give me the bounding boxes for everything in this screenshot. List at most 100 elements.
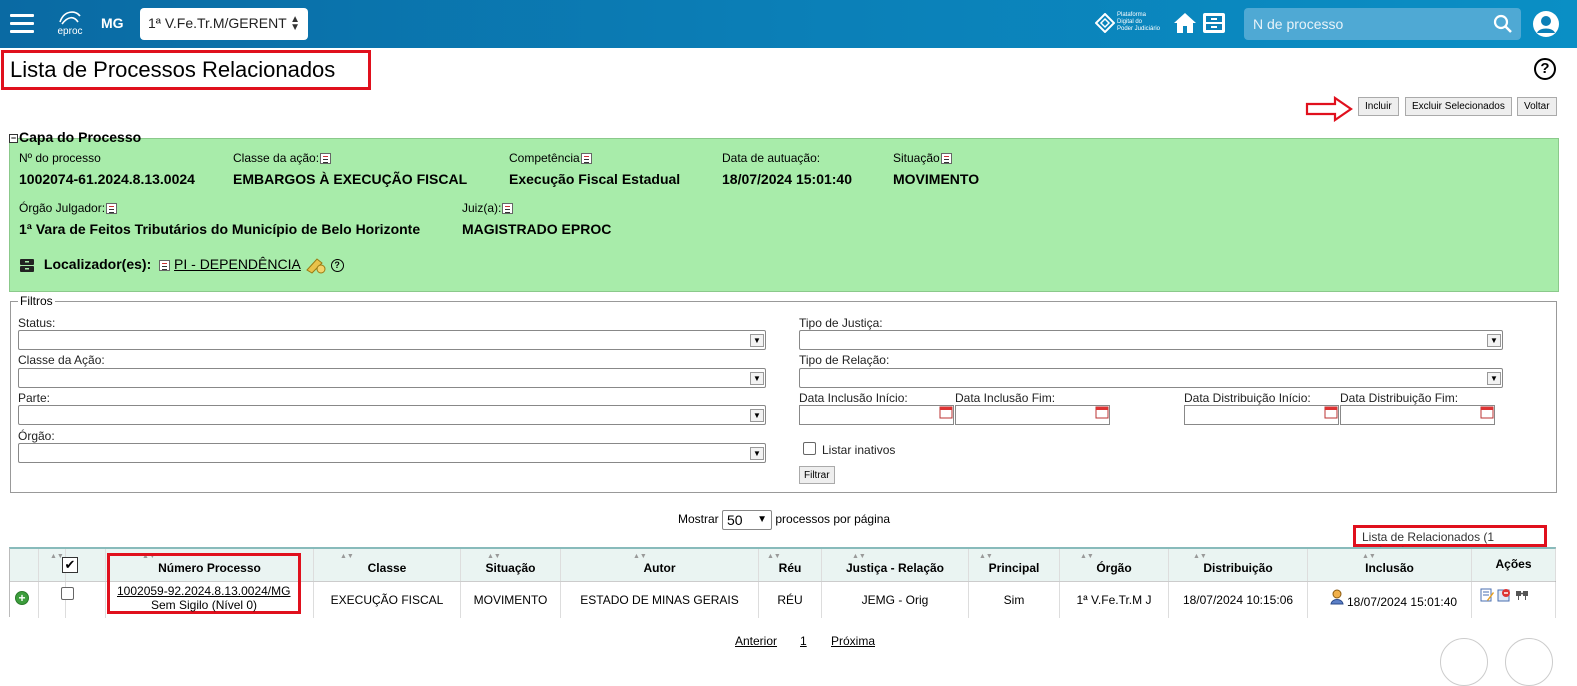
- collapse-icon[interactable]: −: [9, 133, 18, 143]
- header-justica[interactable]: ▲▼ Justiça - Relação: [822, 549, 969, 581]
- classe-value: EMBARGOS À EXECUÇÃO FISCAL: [233, 171, 468, 187]
- chevron-down-icon: ▼: [1487, 372, 1501, 385]
- excluir-selecionados-button[interactable]: Excluir Selecionados: [1405, 97, 1512, 116]
- header-situacao-text: Situação: [485, 561, 536, 575]
- search-icon[interactable]: [1493, 14, 1513, 34]
- calendar-icon[interactable]: [939, 405, 953, 419]
- calendar-icon[interactable]: [1480, 405, 1494, 419]
- floating-button[interactable]: [1505, 638, 1553, 686]
- capa-legend[interactable]: − Capa do Processo: [9, 129, 141, 145]
- details-icon[interactable]: [580, 153, 592, 165]
- per-page-control: Mostrar 50 ▼ processos por página: [678, 510, 890, 530]
- floating-button[interactable]: [1440, 638, 1488, 686]
- row-checkbox[interactable]: [61, 587, 74, 600]
- data-distribuicao-fim-input[interactable]: [1340, 405, 1495, 425]
- user-icon[interactable]: [1532, 10, 1560, 38]
- header-inclusao[interactable]: ▲▼ Inclusão: [1308, 549, 1472, 581]
- header-orgao[interactable]: ▲▼ Órgão: [1060, 549, 1169, 581]
- juiz-label-text: Juiz(a):: [462, 201, 502, 215]
- chevron-down-icon: ▼: [750, 334, 764, 347]
- tipo-relacao-select[interactable]: ▼: [799, 368, 1503, 388]
- inclusao-value: 18/07/2024 15:01:40: [1347, 595, 1458, 609]
- edit-locator-icon[interactable]: [305, 256, 327, 274]
- orgao-julgador-value: 1ª Vara de Feitos Tributários do Municíp…: [19, 221, 421, 237]
- pdpj-text-2: Digital do: [1117, 19, 1143, 25]
- localizador-link[interactable]: PI - DEPENDÊNCIA: [174, 256, 301, 272]
- calendar-icon[interactable]: [1095, 405, 1109, 419]
- situacao-value: MOVIMENTO: [893, 171, 980, 187]
- help-icon[interactable]: ?: [330, 258, 344, 272]
- details-icon[interactable]: [940, 153, 952, 165]
- orgao-select[interactable]: ▼: [18, 443, 766, 463]
- menu-icon[interactable]: [10, 14, 34, 34]
- data-inclusao-inicio-input[interactable]: [799, 405, 954, 425]
- per-page-select[interactable]: 50 ▼: [722, 510, 773, 530]
- classe-acao-select[interactable]: ▼: [18, 368, 766, 388]
- relation-link-icon[interactable]: [1515, 588, 1529, 602]
- data-distribuicao-inicio-input[interactable]: [1184, 405, 1339, 425]
- tipo-justica-label: Tipo de Justiça:: [799, 316, 883, 330]
- listar-inativos-checkbox[interactable]: [803, 442, 816, 455]
- cell-autor: ESTADO DE MINAS GERAIS: [561, 582, 759, 618]
- header-reu[interactable]: ▲▼ Réu: [759, 549, 822, 581]
- sigilo-label: Sem Sigilo (Nível 0): [151, 598, 258, 612]
- orgao-label: Órgão:: [18, 429, 55, 443]
- status-select[interactable]: ▼: [18, 330, 766, 350]
- juiz-value: MAGISTRADO EPROC: [462, 221, 612, 237]
- process-search: [1244, 8, 1521, 40]
- voltar-button[interactable]: Voltar: [1517, 97, 1557, 116]
- data-autuacao-label: Data de autuação:: [722, 151, 821, 165]
- header-autor-text: Autor: [643, 561, 676, 575]
- col-expand: [10, 549, 39, 581]
- select-arrows-icon: ▲ ▼: [290, 14, 300, 33]
- chevron-down-icon: ▼: [750, 447, 764, 460]
- parte-select[interactable]: ▼: [18, 405, 766, 425]
- header-justica-text: Justiça - Relação: [845, 561, 945, 575]
- details-icon[interactable]: [320, 153, 332, 165]
- cell-principal: Sim: [969, 582, 1060, 618]
- processo-link[interactable]: 1002059-92.2024.8.13.0024/MG: [117, 584, 290, 598]
- calendar-icon[interactable]: [1324, 405, 1338, 419]
- eproc-logo[interactable]: eproc: [52, 8, 88, 40]
- mostrar-label: Mostrar: [678, 512, 719, 527]
- pager-proxima[interactable]: Próxima: [831, 634, 875, 648]
- details-icon[interactable]: [159, 259, 171, 271]
- details-icon[interactable]: [106, 203, 118, 215]
- edit-icon[interactable]: [1480, 588, 1494, 602]
- header-classe[interactable]: ▲▼ Classe: [314, 549, 461, 581]
- remove-relation-icon[interactable]: [1497, 588, 1511, 602]
- chevron-down-icon: ▼: [750, 409, 764, 422]
- parte-label: Parte:: [18, 391, 51, 405]
- select-all-checkbox[interactable]: ✔: [62, 557, 78, 573]
- help-icon[interactable]: ?: [1534, 58, 1556, 80]
- orgao-julgador-label-text: Órgão Julgador:: [19, 201, 106, 215]
- tipo-justica-select[interactable]: ▼: [799, 330, 1503, 350]
- localizador-label: Localizador(es):: [43, 256, 152, 272]
- header-classe-text: Classe: [367, 561, 407, 575]
- competencia-label: Competência: [509, 151, 592, 165]
- unit-select[interactable]: 1ª V.Fe.Tr.M/GERENT ▲ ▼: [140, 8, 308, 40]
- cell-justica: JEMG - Orig: [822, 582, 969, 618]
- filtrar-button[interactable]: Filtrar: [799, 466, 835, 484]
- header-situacao[interactable]: ▲▼ Situação: [461, 549, 561, 581]
- pdpj-text-1: Plataforma: [1117, 12, 1147, 18]
- home-icon[interactable]: [1172, 10, 1198, 36]
- classe-acao-label: Classe da Ação:: [18, 353, 105, 367]
- cell-inclusao: 18/07/2024 15:01:40: [1308, 582, 1472, 618]
- data-inclusao-fim-input[interactable]: [955, 405, 1110, 425]
- process-search-input[interactable]: [1244, 8, 1484, 40]
- status-label: Status:: [18, 316, 56, 330]
- expand-icon[interactable]: +: [15, 591, 29, 605]
- incluir-button[interactable]: Incluir: [1358, 97, 1399, 116]
- situacao-label: Situação: [893, 151, 952, 165]
- pdpj-logo[interactable]: Plataforma Digital do Poder Judiciário: [1093, 10, 1173, 38]
- header-distribuicao[interactable]: ▲▼ Distribuição: [1169, 549, 1308, 581]
- details-icon[interactable]: [502, 203, 514, 215]
- inbox-icon[interactable]: [1201, 10, 1227, 36]
- state-label: MG: [101, 15, 124, 31]
- pager-page-1[interactable]: 1: [800, 634, 807, 648]
- pager-anterior[interactable]: Anterior: [735, 634, 777, 648]
- header-principal[interactable]: ▲▼ Principal: [969, 549, 1060, 581]
- per-page-suffix: processos por página: [775, 512, 891, 527]
- header-autor[interactable]: ▲▼ Autor: [561, 549, 759, 581]
